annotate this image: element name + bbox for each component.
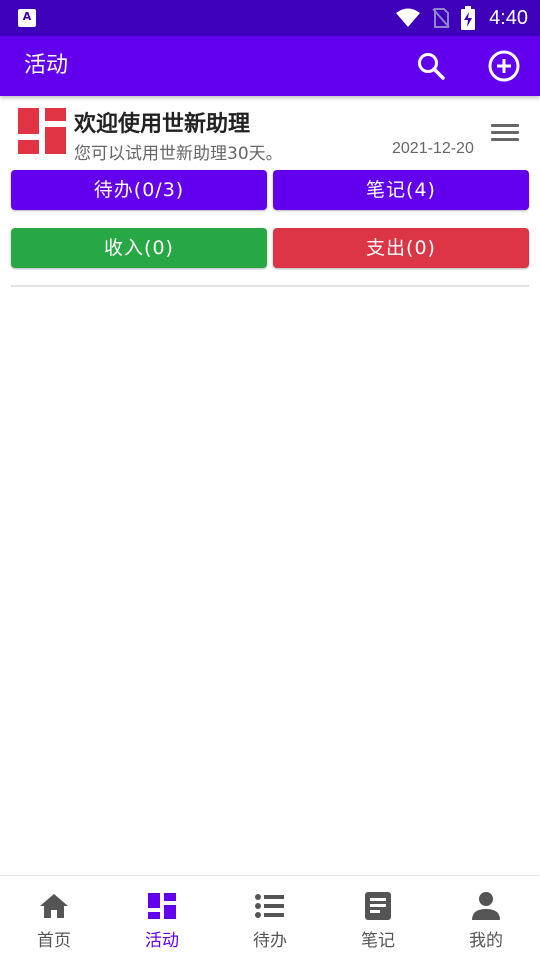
battery-charging-icon bbox=[461, 6, 476, 30]
note-button[interactable]: 笔记(4) bbox=[273, 170, 529, 210]
search-button[interactable] bbox=[413, 48, 449, 84]
nav-item-home[interactable]: 首页 bbox=[0, 876, 108, 960]
welcome-date: 2021-12-20 bbox=[392, 140, 474, 157]
status-bar: A 4:40 bbox=[0, 0, 540, 36]
welcome-subtitle: 您可以试用世新助理30天。 bbox=[74, 144, 283, 164]
page-title: 活动 bbox=[24, 53, 69, 78]
nav-label-activity: 活动 bbox=[145, 931, 179, 951]
add-button[interactable] bbox=[486, 48, 522, 84]
expense-button[interactable]: 支出(0) bbox=[273, 228, 529, 268]
income-button[interactable]: 收入(0) bbox=[11, 228, 267, 268]
todo-button[interactable]: 待办(0/3) bbox=[11, 170, 267, 210]
nav-item-todo[interactable]: 待办 bbox=[216, 876, 324, 960]
app-notification-icon: A bbox=[18, 9, 36, 27]
wifi-icon bbox=[396, 8, 421, 27]
status-icons: 4:40 bbox=[395, 0, 528, 36]
person-icon bbox=[472, 892, 500, 920]
nav-label-note: 笔记 bbox=[361, 931, 395, 951]
app-logo bbox=[18, 108, 66, 154]
menu-button[interactable] bbox=[488, 120, 522, 148]
nav-item-me[interactable]: 我的 bbox=[432, 876, 540, 960]
nav-item-note[interactable]: 笔记 bbox=[324, 876, 432, 960]
home-icon bbox=[40, 894, 68, 918]
nav-item-activity[interactable]: 活动 bbox=[108, 876, 216, 960]
nav-label-me: 我的 bbox=[469, 931, 503, 951]
search-icon bbox=[418, 53, 445, 80]
divider bbox=[11, 285, 529, 287]
nav-label-todo: 待办 bbox=[253, 931, 287, 951]
no-sim-icon bbox=[432, 8, 450, 28]
nav-label-home: 首页 bbox=[37, 931, 71, 951]
add-circle-icon bbox=[488, 50, 520, 82]
welcome-title: 欢迎使用世新助理 bbox=[74, 112, 251, 137]
clock: 4:40 bbox=[489, 6, 528, 29]
note-icon bbox=[365, 892, 391, 920]
list-icon bbox=[255, 894, 284, 918]
menu-icon bbox=[488, 124, 522, 141]
dashboard-icon bbox=[148, 893, 176, 919]
bottom-nav: 首页 活动 待办 笔记 我的 bbox=[0, 875, 540, 960]
app-bar: 活动 bbox=[0, 36, 540, 96]
